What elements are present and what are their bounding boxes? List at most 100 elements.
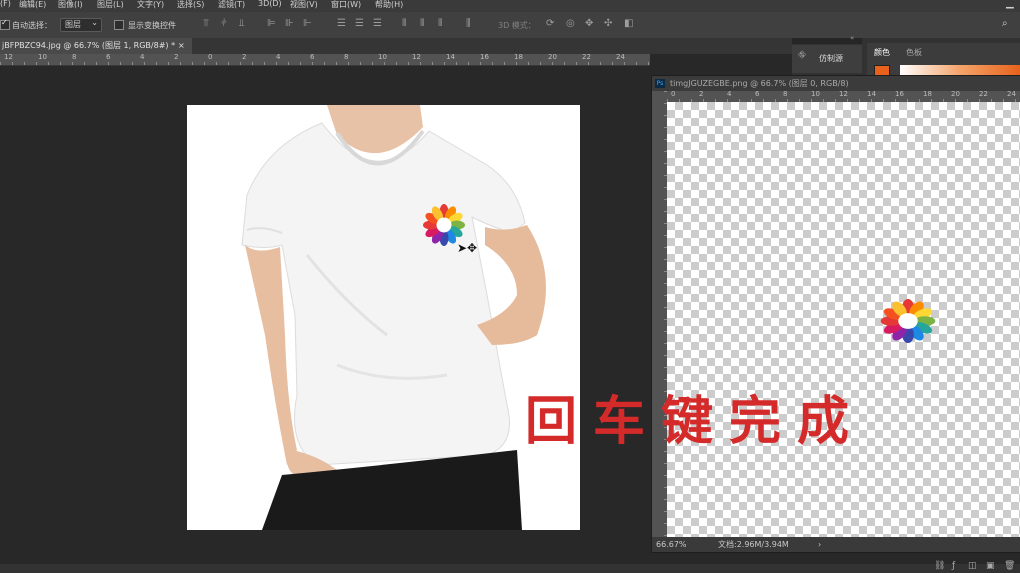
auto-select-label: 自动选择： bbox=[12, 21, 52, 30]
align-hcenter-icon[interactable]: ⊪ bbox=[285, 18, 294, 30]
align-bottom-icon[interactable]: ⫫ bbox=[239, 18, 245, 30]
panel-collapse-bar[interactable]: « bbox=[792, 34, 862, 44]
horizontal-ruler: 12 10 8 6 4 2 0 2 4 6 8 10 12 14 16 18 20 22 24 bbox=[0, 54, 650, 66]
document-info: 文档:2.96M/3.94M bbox=[718, 540, 789, 549]
menu-type[interactable]: 文字(Y) bbox=[137, 0, 164, 10]
tshirt-photo bbox=[241, 105, 546, 530]
ruler-number: 20 bbox=[951, 91, 960, 98]
distribute-bottom-icon[interactable]: ☰ bbox=[373, 18, 382, 30]
ruler-number: 4 bbox=[276, 54, 281, 61]
mask-icon[interactable]: ◫ bbox=[968, 561, 977, 571]
drag-3d-icon[interactable]: ✥ bbox=[585, 18, 593, 30]
ruler-number: 18 bbox=[514, 54, 523, 61]
flower-logo[interactable] bbox=[877, 296, 939, 346]
clone-source-label: 仿制源 bbox=[819, 54, 843, 63]
floating-document-window: Ps timgJGUZEGBE.png @ 66.7% (图层 0, RGB/8… bbox=[651, 75, 1020, 553]
ruler-number: 2 bbox=[242, 54, 247, 61]
document-tab[interactable]: jBFPBZC94.jpg @ 66.7% (图层 1, RGB/8#) * × bbox=[0, 38, 192, 54]
ruler-number: 2 bbox=[699, 91, 704, 98]
ruler-number: 10 bbox=[378, 54, 387, 61]
menu-edit[interactable]: 编辑(E) bbox=[19, 0, 46, 10]
ruler-number: 8 bbox=[72, 54, 77, 61]
color-ramp[interactable] bbox=[900, 65, 1020, 75]
fx-icon[interactable]: ƒ bbox=[952, 561, 955, 571]
distribute-right-icon[interactable]: ⦀ bbox=[438, 18, 442, 30]
menu-help[interactable]: 帮助(H) bbox=[375, 0, 403, 10]
tab-swatches[interactable]: 色板 bbox=[906, 47, 922, 58]
overlay-caption: 回车键完成 bbox=[525, 391, 866, 452]
mode3d-label: 3D 模式： bbox=[498, 21, 536, 30]
ruler-number: 0 bbox=[671, 91, 676, 98]
menu-file[interactable]: (F) bbox=[0, 0, 11, 8]
menu-filter[interactable]: 滤镜(T) bbox=[218, 0, 245, 10]
close-icon[interactable]: × bbox=[178, 38, 185, 54]
ruler-number: 14 bbox=[446, 54, 455, 61]
ruler-number: 8 bbox=[783, 91, 788, 98]
trash-icon[interactable]: 🗑 bbox=[1004, 561, 1015, 571]
ruler-number: 0 bbox=[208, 54, 213, 61]
main-canvas[interactable]: ➤✥ bbox=[187, 105, 580, 530]
new-layer-icon[interactable]: ▣ bbox=[986, 561, 995, 571]
ruler-number: 20 bbox=[548, 54, 557, 61]
ruler-number: 24 bbox=[1007, 91, 1016, 98]
clone-source-panel-button[interactable]: ⛗ 仿制源 bbox=[792, 45, 862, 73]
document-tab-bar: jBFPBZC94.jpg @ 66.7% (图层 1, RGB/8#) * × bbox=[0, 38, 792, 54]
align-right-icon[interactable]: ⊩ bbox=[303, 18, 312, 30]
transparent-canvas[interactable] bbox=[667, 102, 1020, 539]
ruler-number: 4 bbox=[140, 54, 145, 61]
ruler-number: 12 bbox=[4, 54, 13, 61]
ruler-number: 6 bbox=[106, 54, 111, 61]
minimize-icon[interactable]: ▁ bbox=[1006, 0, 1016, 9]
align-vcenter-icon[interactable]: ⫩ bbox=[221, 18, 227, 30]
distribute-hcenter-icon[interactable]: ⦀ bbox=[420, 18, 424, 30]
ruler-number: 16 bbox=[895, 91, 904, 98]
ruler-number: 12 bbox=[412, 54, 421, 61]
menu-bar: (F) 编辑(E) 图像(I) 图层(L) 文字(Y) 选择(S) 滤镜(T) … bbox=[0, 0, 1020, 12]
menu-window[interactable]: 窗口(W) bbox=[331, 0, 361, 10]
rotate-3d-icon[interactable]: ⟳ bbox=[546, 18, 554, 30]
distribute-vcenter-icon[interactable]: ☰ bbox=[355, 18, 364, 30]
chevron-down-icon: ⌄ bbox=[91, 18, 98, 27]
align-top-icon[interactable]: ⫪ bbox=[203, 18, 209, 30]
bottom-bar: ⛓ ƒ ◫ ▣ 🗑 bbox=[0, 561, 1020, 573]
document-tab-title: jBFPBZC94.jpg @ 66.7% (图层 1, RGB/8#) * bbox=[2, 41, 176, 50]
collapse-icon: « bbox=[850, 34, 855, 42]
menu-layer[interactable]: 图层(L) bbox=[97, 0, 124, 10]
window-vertical-ruler bbox=[652, 91, 667, 539]
ruler-number: 2 bbox=[174, 54, 179, 61]
ruler-number: 6 bbox=[755, 91, 760, 98]
menu-image[interactable]: 图像(I) bbox=[58, 0, 83, 10]
distribute-top-icon[interactable]: ☰ bbox=[337, 18, 346, 30]
ruler-number: 10 bbox=[38, 54, 47, 61]
show-transform-checkbox[interactable] bbox=[114, 20, 124, 30]
window-title: timgJGUZEGBE.png @ 66.7% (图层 0, RGB/8) bbox=[670, 79, 849, 88]
window-titlebar[interactable]: Ps timgJGUZEGBE.png @ 66.7% (图层 0, RGB/8… bbox=[652, 76, 1020, 91]
ruler-number: 4 bbox=[727, 91, 732, 98]
menu-view[interactable]: 视图(V) bbox=[290, 0, 318, 10]
ruler-number: 18 bbox=[923, 91, 932, 98]
clone-source-icon: ⛗ bbox=[798, 50, 806, 61]
align-left-icon[interactable]: ⊫ bbox=[267, 18, 276, 30]
auto-align-icon[interactable]: ⫼ bbox=[466, 18, 471, 30]
status-menu-arrow[interactable]: › bbox=[818, 537, 821, 552]
menu-select[interactable]: 选择(S) bbox=[177, 0, 204, 10]
roll-3d-icon[interactable]: ◎ bbox=[566, 18, 575, 30]
show-transform-label: 显示变换控件 bbox=[128, 21, 176, 30]
ruler-number: 12 bbox=[839, 91, 848, 98]
menu-3d[interactable]: 3D(D) bbox=[258, 0, 282, 8]
slide-3d-icon[interactable]: ✣ bbox=[604, 18, 612, 30]
auto-select-dropdown[interactable]: 图层 ⌄ bbox=[60, 18, 102, 32]
ruler-number: 22 bbox=[582, 54, 591, 61]
distribute-left-icon[interactable]: ⦀ bbox=[402, 18, 406, 30]
auto-select-value: 图层 bbox=[65, 20, 81, 29]
layer-link-icon[interactable]: ⛓ bbox=[934, 561, 945, 571]
ruler-number: 8 bbox=[344, 54, 349, 61]
search-icon[interactable]: ⌕ bbox=[1002, 18, 1008, 30]
ruler-number: 24 bbox=[616, 54, 625, 61]
tab-color[interactable]: 颜色 bbox=[874, 47, 890, 58]
zoom-level[interactable]: 66.67% bbox=[656, 537, 687, 552]
ruler-number: 10 bbox=[811, 91, 820, 98]
ruler-number: 22 bbox=[979, 91, 988, 98]
auto-select-checkbox[interactable] bbox=[0, 18, 10, 30]
scale-3d-icon[interactable]: ◧ bbox=[624, 18, 633, 30]
